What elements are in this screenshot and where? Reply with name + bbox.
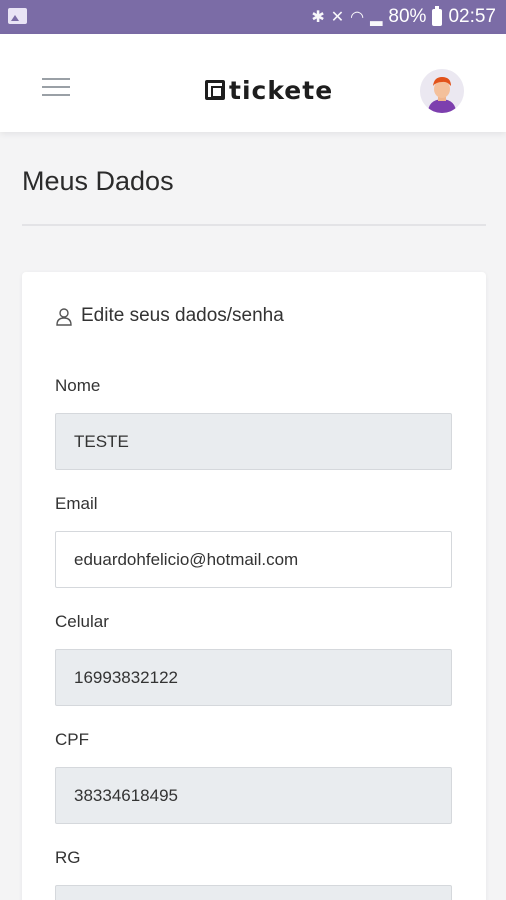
user-edit-icon (56, 307, 72, 326)
profile-card: Edite seus dados/senha Nome TESTE Email … (22, 272, 486, 900)
battery-percent: 80% (388, 6, 427, 27)
page-title: Meus Dados (22, 166, 174, 196)
cpf-label: CPF (55, 730, 89, 749)
user-avatar-icon (420, 69, 464, 113)
rg-field[interactable] (55, 885, 452, 900)
status-bar: ✱ ✕ ◠ ▂ 80% 02:57 (0, 0, 506, 34)
card-heading: Edite seus dados/senha (55, 305, 284, 327)
signal-icon: ▂ (370, 9, 383, 26)
ticket-logo-icon (205, 80, 225, 100)
celular-field[interactable]: 16993832122 (55, 649, 452, 706)
app-header: tickete (0, 34, 506, 132)
menu-icon[interactable] (42, 78, 70, 96)
logo-text: tickete (229, 75, 334, 105)
bluetooth-icon: ✱ (311, 9, 325, 26)
title-divider (22, 224, 486, 226)
status-icons: ✱ ✕ ◠ ▂ 80% 02:57 (311, 0, 496, 34)
email-label: Email (55, 494, 98, 513)
nome-field[interactable]: TESTE (55, 413, 452, 470)
mute-icon: ✕ (330, 9, 345, 26)
avatar[interactable] (420, 69, 464, 113)
wifi-icon: ◠ (350, 9, 365, 26)
clock: 02:57 (448, 6, 496, 27)
celular-label: Celular (55, 612, 109, 631)
nome-label: Nome (55, 376, 101, 395)
app-logo[interactable]: tickete (205, 74, 333, 106)
gallery-notification-icon (8, 8, 27, 24)
battery-icon (432, 5, 443, 26)
card-heading-text: Edite seus dados/senha (81, 305, 284, 326)
rg-label: RG (55, 848, 81, 867)
cpf-field[interactable]: 38334618495 (55, 767, 452, 824)
email-field[interactable]: eduardohfelicio@hotmail.com (55, 531, 452, 588)
